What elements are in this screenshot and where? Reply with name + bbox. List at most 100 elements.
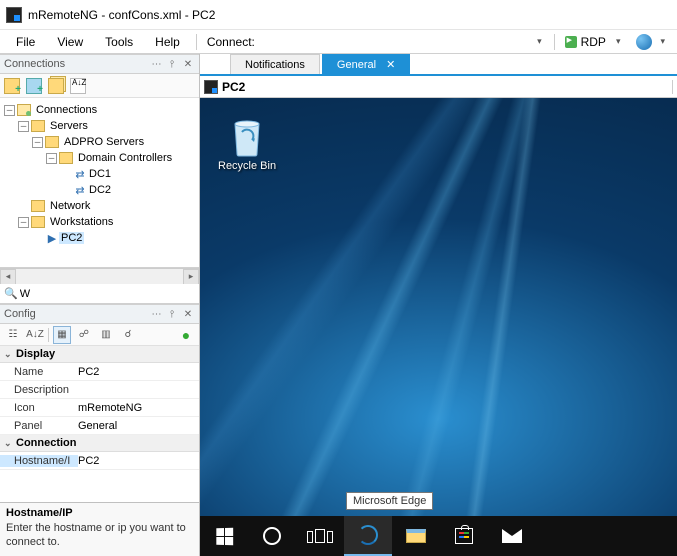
categorized-icon[interactable]: ☷ — [4, 326, 22, 344]
connection-address-bar — [200, 76, 677, 98]
rdp-icon — [565, 36, 577, 48]
view-default-properties-icon[interactable]: ▥ — [97, 326, 115, 344]
root-icon — [17, 104, 31, 116]
tab-general[interactable]: General ✕ — [322, 54, 410, 74]
folder-icon — [31, 216, 45, 228]
protocol-label: RDP — [581, 35, 606, 49]
search-input[interactable] — [20, 288, 195, 300]
search-icon: 🔍 — [4, 287, 18, 300]
remote-desktop[interactable]: Recycle Bin Microsoft Edge — [200, 98, 677, 556]
connections-toolbar: A↓Z — [0, 74, 199, 98]
prop-hostname[interactable]: Hostname/IPC2 — [0, 452, 199, 470]
tree-node-pc2[interactable]: ▶PC2 — [2, 230, 197, 246]
prop-name[interactable]: NamePC2 — [0, 363, 199, 381]
tab-strip: Notifications General ✕ — [200, 54, 677, 76]
taskbar — [200, 516, 677, 556]
connect-label: Connect: — [203, 33, 259, 51]
file-explorer-icon — [406, 529, 426, 543]
menu-tools[interactable]: Tools — [95, 33, 143, 51]
file-explorer-button[interactable] — [392, 516, 440, 556]
protocol-dropdown-arrow: ▾ — [610, 36, 627, 47]
close-icon[interactable]: ✕ — [181, 309, 195, 320]
category-connection[interactable]: ⌄Connection — [0, 435, 199, 452]
help-description: Enter the hostname or ip you want to con… — [6, 521, 193, 550]
pin-icon[interactable]: ⫯ — [165, 309, 179, 320]
connect-host-dropdown[interactable]: ▾ — [531, 36, 548, 47]
panel-menu-icon[interactable]: ⋯ — [149, 309, 163, 320]
config-toolbar: ☷ A↓Z ▦ ☍ ▥ ☌ ● — [0, 324, 199, 346]
protocol-selector[interactable]: RDP ▾ — [561, 33, 631, 51]
panel-menu-icon[interactable]: ⋯ — [149, 59, 163, 70]
tree-folder-dcs[interactable]: –Domain Controllers — [2, 150, 197, 166]
connection-address-input[interactable] — [222, 80, 673, 94]
alphabetical-icon[interactable]: A↓Z — [26, 326, 44, 344]
new-connection-icon[interactable] — [4, 78, 20, 94]
scroll-left-icon[interactable]: ◂ — [0, 269, 16, 285]
menu-separator — [196, 34, 197, 50]
sort-icon[interactable]: A↓Z — [70, 78, 86, 94]
connection-icon: ⇄ — [73, 168, 87, 181]
recycle-bin-label: Recycle Bin — [218, 160, 276, 172]
view-inheritance-icon[interactable]: ☍ — [75, 326, 93, 344]
store-button[interactable] — [440, 516, 488, 556]
prop-panel[interactable]: PanelGeneral — [0, 417, 199, 435]
new-folder-icon[interactable] — [26, 78, 42, 94]
recycle-bin[interactable]: Recycle Bin — [218, 114, 276, 172]
connections-panel-header: Connections ⋯ ⫯ ✕ — [0, 54, 199, 74]
cortana-button[interactable] — [248, 516, 296, 556]
tree-folder-network[interactable]: Network — [2, 198, 197, 214]
scroll-right-icon[interactable]: ▸ — [183, 269, 199, 285]
globe-dropdown-arrow[interactable]: ▾ — [654, 36, 671, 47]
edge-button[interactable] — [344, 516, 392, 556]
tab-notifications[interactable]: Notifications — [230, 54, 320, 74]
folder-icon — [45, 136, 59, 148]
menu-help[interactable]: Help — [145, 33, 190, 51]
view-properties-icon[interactable]: ▦ — [53, 326, 71, 344]
connections-tree[interactable]: –Connections –Servers –ADPRO Servers –Do… — [0, 98, 199, 268]
tree-node-dc1[interactable]: ⇄DC1 — [2, 166, 197, 182]
globe-icon[interactable] — [636, 34, 652, 50]
mail-icon — [502, 529, 522, 543]
tab-close-icon[interactable]: ✕ — [386, 58, 395, 71]
connected-status-icon: ● — [177, 326, 195, 344]
taskbar-tooltip: Microsoft Edge — [346, 492, 433, 510]
window-title: mRemoteNG - confCons.xml - PC2 — [28, 8, 215, 22]
help-panel: Hostname/IP Enter the hostname or ip you… — [0, 502, 199, 556]
mail-button[interactable] — [488, 516, 536, 556]
folder-icon — [59, 152, 73, 164]
connections-title: Connections — [4, 58, 147, 70]
config-title: Config — [4, 308, 147, 320]
menu-file[interactable]: File — [6, 33, 45, 51]
menubar: File View Tools Help Connect: ▾ RDP ▾ ▾ — [0, 30, 677, 54]
start-button[interactable] — [200, 516, 248, 556]
close-icon[interactable]: ✕ — [181, 59, 195, 70]
tree-node-dc2[interactable]: ⇄DC2 — [2, 182, 197, 198]
titlebar: mRemoteNG - confCons.xml - PC2 — [0, 0, 677, 30]
category-display[interactable]: ⌄Display — [0, 346, 199, 363]
menu-separator — [554, 34, 555, 50]
windows-logo-icon — [216, 527, 233, 545]
view-default-inheritance-icon[interactable]: ☌ — [119, 326, 137, 344]
connection-icon: ⇄ — [73, 184, 87, 197]
connection-icon — [204, 80, 218, 94]
prop-icon[interactable]: IconmRemoteNG — [0, 399, 199, 417]
tree-root[interactable]: –Connections — [2, 102, 197, 118]
cortana-icon — [263, 527, 281, 545]
expand-all-icon[interactable] — [48, 78, 64, 94]
taskview-button[interactable] — [296, 516, 344, 556]
tree-folder-servers[interactable]: –Servers — [2, 118, 197, 134]
pin-icon[interactable]: ⫯ — [165, 59, 179, 70]
tree-folder-adpro[interactable]: –ADPRO Servers — [2, 134, 197, 150]
taskview-icon — [307, 529, 333, 543]
prop-description[interactable]: Description — [0, 381, 199, 399]
search-row: 🔍 — [0, 284, 199, 304]
recycle-bin-icon — [227, 114, 267, 158]
folder-icon — [31, 120, 45, 132]
tree-hscrollbar[interactable]: ◂ ▸ — [0, 268, 199, 284]
tree-folder-workstations[interactable]: –Workstations — [2, 214, 197, 230]
menu-view[interactable]: View — [47, 33, 93, 51]
folder-icon — [31, 200, 45, 212]
app-icon — [6, 7, 22, 23]
config-properties: ⌄Display NamePC2 Description IconmRemote… — [0, 346, 199, 502]
config-panel-header: Config ⋯ ⫯ ✕ — [0, 304, 199, 324]
